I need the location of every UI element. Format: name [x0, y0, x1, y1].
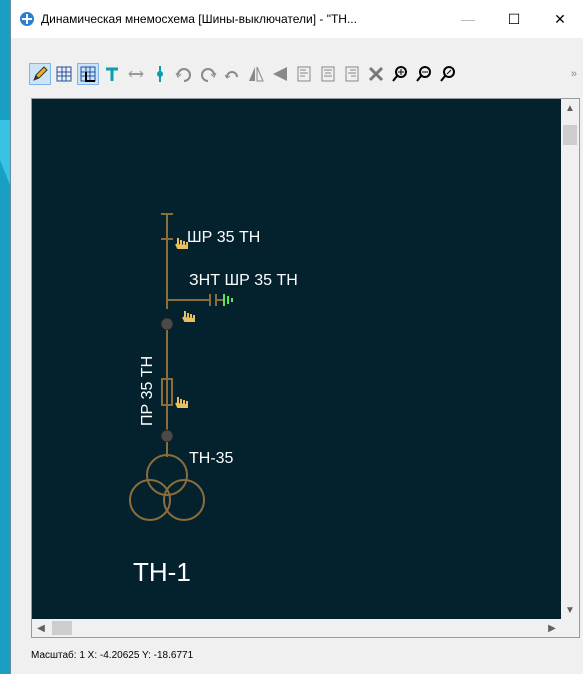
- hand-cursor-icon: [182, 311, 195, 322]
- flip-horizontal-icon[interactable]: [269, 63, 291, 85]
- undo-turn-icon[interactable]: [173, 63, 195, 85]
- horizontal-scroll-thumb[interactable]: [52, 621, 72, 635]
- vertical-scrollbar[interactable]: ▲ ▼: [561, 99, 579, 619]
- align-right-icon[interactable]: [341, 63, 363, 85]
- grounding-label: ЗНТ ШР 35 ТН: [189, 272, 298, 289]
- rotate-icon[interactable]: [221, 63, 243, 85]
- pencil-icon[interactable]: [29, 63, 51, 85]
- node-icon[interactable]: [149, 63, 171, 85]
- disconnector-shr-35-tn[interactable]: [161, 213, 173, 309]
- minimize-button[interactable]: —: [445, 0, 491, 38]
- redo-turn-icon[interactable]: [197, 63, 219, 85]
- junction-node: [160, 317, 174, 331]
- branch-icon[interactable]: [101, 63, 123, 85]
- horizontal-scrollbar[interactable]: ◀ ▶: [32, 619, 561, 637]
- app-icon: [20, 12, 34, 26]
- zoom-in-icon[interactable]: [389, 63, 411, 85]
- disconnector-label: ШР 35 ТН: [187, 229, 260, 246]
- diagram-title-label: ТН-1: [133, 557, 191, 587]
- close-button[interactable]: ✕: [537, 0, 583, 38]
- toolbar-overflow-button[interactable]: »: [571, 68, 577, 80]
- title-bar[interactable]: Динамическая мнемосхема [Шины-выключател…: [11, 0, 583, 38]
- align-center-icon[interactable]: [317, 63, 339, 85]
- diagram-canvas[interactable]: ШР 35 ТН ЗНТ ШР 35 ТН ПР 35 ТН ТН-35 ТН-…: [32, 99, 561, 619]
- hand-cursor-icon: [175, 238, 188, 249]
- scroll-left-icon[interactable]: ◀: [32, 619, 50, 637]
- canvas-frame: ШР 35 ТН ЗНТ ШР 35 ТН ПР 35 ТН ТН-35 ТН-…: [31, 98, 580, 638]
- align-left-icon[interactable]: [293, 63, 315, 85]
- diagram-window: Динамическая мнемосхема [Шины-выключател…: [10, 0, 583, 674]
- window-title: Динамическая мнемосхема [Шины-выключател…: [41, 12, 357, 26]
- vertical-scroll-thumb[interactable]: [563, 125, 577, 145]
- fuse-label: ПР 35 ТН: [139, 356, 156, 426]
- fuse-pr-35-tn[interactable]: [161, 375, 173, 409]
- link-icon[interactable]: [125, 63, 147, 85]
- scroll-right-icon[interactable]: ▶: [543, 619, 561, 637]
- maximize-button[interactable]: ☐: [491, 0, 537, 38]
- status-bar: Масштаб: 1 X: -4.20625 Y: -18.6771: [31, 650, 194, 661]
- scroll-corner: [561, 619, 579, 637]
- transformer-label: ТН-35: [189, 450, 234, 467]
- zoom-fit-icon[interactable]: [437, 63, 459, 85]
- scroll-down-icon[interactable]: ▼: [561, 601, 579, 619]
- zoom-out-icon[interactable]: [413, 63, 435, 85]
- delete-icon[interactable]: [365, 63, 387, 85]
- toolbar: [29, 60, 461, 88]
- grid-icon[interactable]: [53, 63, 75, 85]
- grounding-switch[interactable]: [167, 294, 233, 306]
- scroll-up-icon[interactable]: ▲: [561, 99, 579, 117]
- snap-grid-icon[interactable]: [77, 63, 99, 85]
- hand-cursor-icon: [175, 397, 188, 408]
- junction-node: [160, 429, 174, 443]
- flip-vertical-icon[interactable]: [245, 63, 267, 85]
